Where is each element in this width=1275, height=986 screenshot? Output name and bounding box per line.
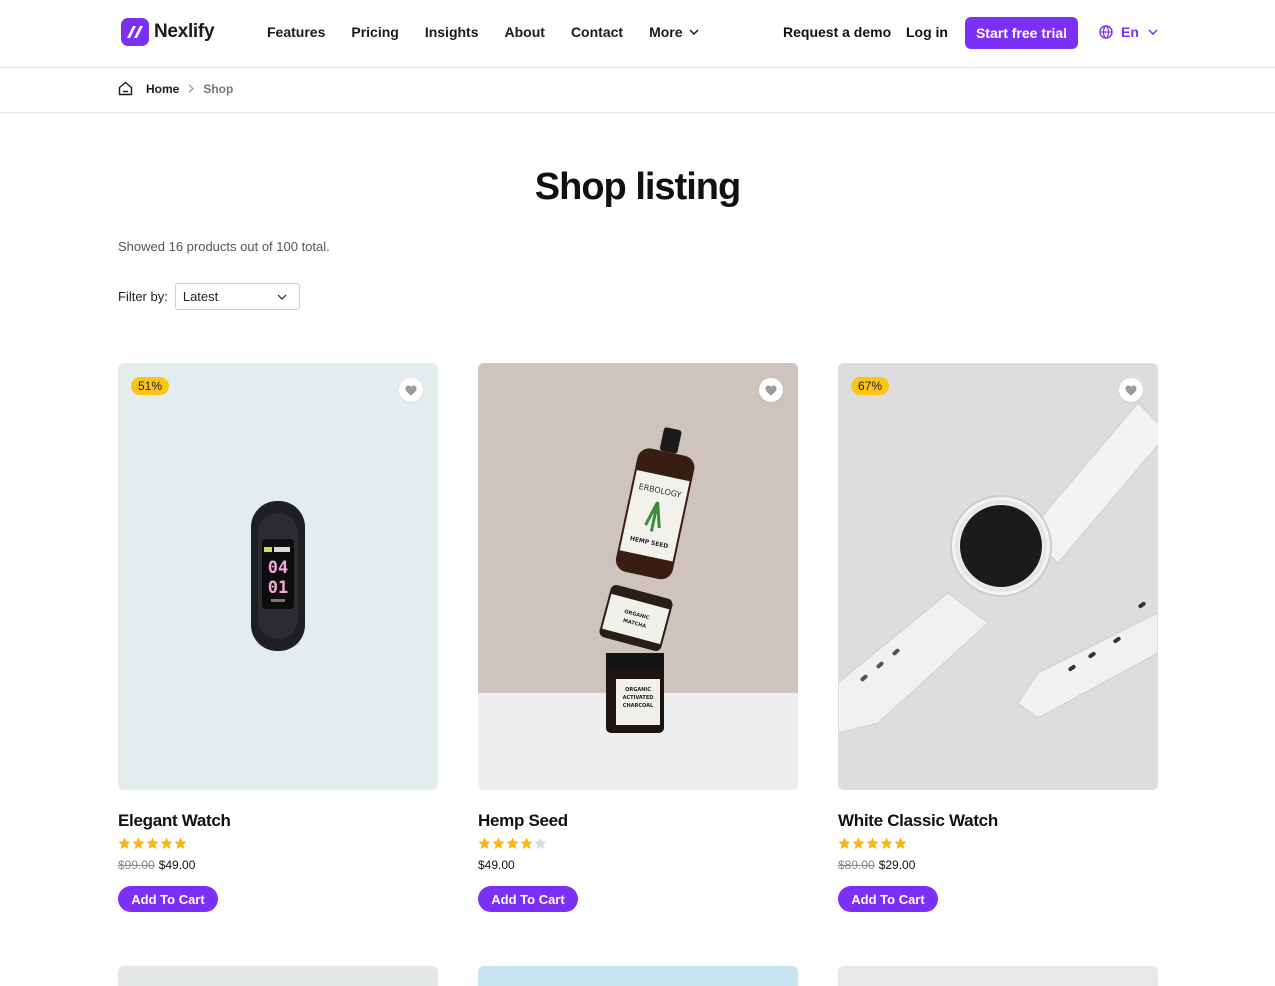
rating-stars [478,837,798,850]
home-icon[interactable] [118,81,133,96]
globe-icon [1099,25,1113,39]
sale-price: $29.00 [878,858,916,872]
price-row: $99.00 $49.00 [118,858,438,872]
nav-contact[interactable]: Contact [571,24,623,40]
nav-insights[interactable]: Insights [425,24,479,40]
brand-name: Nexlify [154,21,215,42]
language-label: En [1121,24,1139,40]
price-row: $49.00 [478,858,798,872]
star-icon [506,837,519,849]
svg-text:CHARCOAL: CHARCOAL [623,703,654,709]
star-empty-icon [534,837,547,849]
star-icon [132,837,145,849]
original-price: $99.00 [118,858,155,872]
chevron-down-icon [1148,29,1158,35]
heart-icon [1125,385,1137,395]
white-smartwatch-image [838,363,1158,790]
sale-price: $49.00 [158,858,196,872]
product-card[interactable]: ERBOLOGY HEMP SEED ORGANIC MATCHA ORGANI… [478,363,798,912]
login-link[interactable]: Log in [906,24,948,40]
nav-more[interactable]: More [649,24,699,40]
svg-text:ACTIVATED: ACTIVATED [623,695,654,701]
product-card-peek [118,966,438,986]
product-title[interactable]: Hemp Seed [478,811,798,831]
product-card[interactable]: 04 01 51% Elegant Watch $99.00 $49.00 Add… [118,363,438,912]
hemp-seed-bottles-image: ERBOLOGY HEMP SEED ORGANIC MATCHA ORGANI… [478,363,798,790]
brand-logo[interactable]: Nexlify [121,18,215,46]
sort-select-value: Latest [182,289,219,304]
star-icon [478,837,491,849]
discount-badge: 67% [851,377,890,395]
svg-text:01: 01 [268,578,288,598]
nav-more-label: More [649,24,683,40]
request-demo-link[interactable]: Request a demo [783,24,891,40]
nav-about[interactable]: About [505,24,545,40]
wishlist-button[interactable] [759,378,783,402]
sort-select[interactable]: Latest [174,283,300,310]
discount-badge: 51% [131,377,170,395]
star-icon [174,837,187,849]
main-nav: Features Pricing Insights About Contact … [267,24,725,40]
product-card-peek [478,966,798,986]
product-title[interactable]: Elegant Watch [118,811,438,831]
chevron-down-icon [688,29,699,35]
star-icon [520,837,533,849]
product-image[interactable]: 04 01 51% [118,363,438,790]
start-trial-button[interactable]: Start free trial [965,17,1078,49]
wishlist-button[interactable] [1119,378,1143,402]
breadcrumb-current: Shop [203,81,234,96]
product-title[interactable]: White Classic Watch [838,811,1158,831]
fitness-band-image: 04 01 [251,501,305,651]
star-icon [852,837,865,849]
star-icon [492,837,505,849]
star-icon [894,837,907,849]
language-selector[interactable]: En [1099,24,1158,40]
site-header: Nexlify Features Pricing Insights About … [0,0,1275,68]
original-price: $89.00 [838,858,875,872]
breadcrumb-bar: Home Shop [0,68,1275,113]
star-icon [866,837,879,849]
results-summary: Showed 16 products out of 100 total. [118,239,330,254]
filter-control: Filter by: Latest [118,283,300,310]
star-icon [160,837,173,849]
filter-label: Filter by: [118,289,168,304]
page-title: Shop listing [534,166,741,208]
add-to-cart-button[interactable]: Add To Cart [838,886,938,912]
price-row: $89.00 $29.00 [838,858,1158,872]
nav-features[interactable]: Features [267,24,325,40]
nav-pricing[interactable]: Pricing [351,24,398,40]
logo-icon [121,18,149,46]
star-icon [838,837,851,849]
breadcrumb-home[interactable]: Home [146,82,179,96]
sale-price: $49.00 [478,858,515,872]
chevron-right-icon [188,84,195,93]
add-to-cart-button[interactable]: Add To Cart [478,886,578,912]
heart-icon [405,385,417,395]
heart-icon [765,385,777,395]
wishlist-button[interactable] [399,378,423,402]
chevron-down-icon [277,294,287,300]
svg-text:ORGANIC: ORGANIC [625,687,651,693]
product-image[interactable]: 67% [838,363,1158,790]
product-image[interactable]: ERBOLOGY HEMP SEED ORGANIC MATCHA ORGANI… [478,363,798,790]
star-icon [118,837,131,849]
add-to-cart-button[interactable]: Add To Cart [118,886,218,912]
rating-stars [838,837,1158,850]
star-icon [146,837,159,849]
breadcrumb: Home Shop [118,81,233,96]
svg-text:04: 04 [268,558,288,578]
star-icon [880,837,893,849]
rating-stars [118,837,438,850]
product-card[interactable]: 67% White Classic Watch $89.00 $29.00 Add… [838,363,1158,912]
product-card-peek [838,966,1158,986]
